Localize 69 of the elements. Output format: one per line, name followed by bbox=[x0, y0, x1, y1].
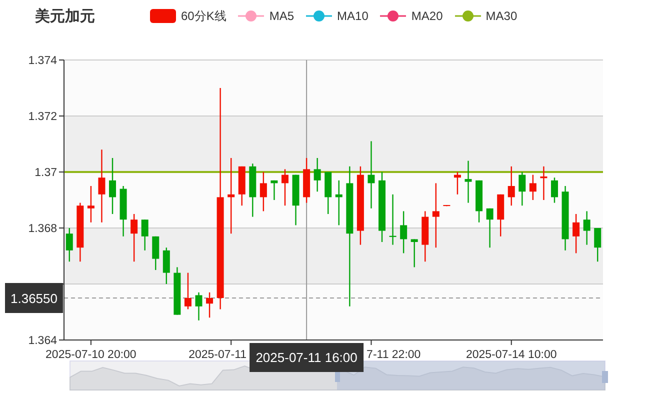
candlestick bbox=[292, 174, 300, 226]
candle-legend-icon bbox=[150, 9, 176, 23]
y-axis-label: 1.368 bbox=[28, 223, 57, 235]
line-legend-icon bbox=[238, 9, 264, 23]
candlestick bbox=[76, 202, 84, 262]
candlestick bbox=[400, 211, 408, 254]
candlestick bbox=[529, 174, 536, 200]
candlestick bbox=[562, 186, 569, 250]
candlestick bbox=[282, 169, 288, 206]
x-axis-label: 2025-07-10 20:00 bbox=[46, 349, 136, 361]
candlestick bbox=[174, 267, 181, 315]
y-axis-label: 1.372 bbox=[28, 111, 57, 123]
candlestick bbox=[270, 180, 278, 200]
candlestick bbox=[109, 158, 116, 214]
crosshair-y-label: 1.36550 bbox=[5, 283, 63, 313]
y-axis-label: 1.364 bbox=[28, 335, 57, 347]
y-axis-label: 1.37 bbox=[34, 167, 57, 179]
crosshair-x-label: 2025-07-11 16:00 bbox=[250, 343, 364, 372]
candlestick bbox=[551, 178, 558, 203]
candlestick bbox=[540, 166, 548, 200]
candlestick bbox=[443, 205, 450, 206]
chart-title: 美元加元 bbox=[35, 6, 96, 26]
candlestick bbox=[314, 158, 321, 192]
candlestick bbox=[454, 172, 461, 194]
legend-item[interactable]: MA10 bbox=[306, 9, 368, 23]
candlestick bbox=[368, 141, 375, 208]
candlestick bbox=[422, 211, 429, 262]
x-axis-label: 2025-07-11 bbox=[188, 349, 247, 361]
candlestick bbox=[378, 172, 386, 242]
ref-line-label: 1.36550 bbox=[10, 291, 58, 306]
candlestick bbox=[464, 160, 472, 203]
candlestick bbox=[303, 158, 310, 203]
candlestick bbox=[249, 164, 256, 217]
candlestick bbox=[572, 214, 580, 254]
candlestick bbox=[184, 272, 192, 310]
x-axis-label: 7-11 22:00 bbox=[366, 349, 421, 361]
candlestick bbox=[476, 180, 483, 222]
candlestick bbox=[594, 228, 602, 262]
candlestick bbox=[260, 172, 267, 212]
candlestick bbox=[410, 239, 418, 268]
candlestick bbox=[206, 292, 214, 318]
candlestick bbox=[66, 228, 73, 262]
candlestick bbox=[162, 248, 170, 284]
candlestick bbox=[141, 220, 148, 250]
candlestick bbox=[152, 236, 160, 270]
candlestick bbox=[389, 194, 396, 245]
candlestick bbox=[486, 208, 494, 248]
line-legend-icon bbox=[306, 9, 332, 23]
candlestick bbox=[324, 172, 332, 214]
candlestick bbox=[87, 186, 94, 222]
candlestick bbox=[130, 214, 138, 262]
candlestick bbox=[497, 194, 504, 236]
candlestick bbox=[238, 166, 246, 206]
candlestick bbox=[195, 292, 202, 320]
candlestick bbox=[518, 172, 526, 206]
data-zoom-slider[interactable] bbox=[70, 360, 608, 390]
candlestick bbox=[432, 183, 440, 248]
candlestick bbox=[508, 166, 515, 206]
candlestick bbox=[583, 211, 590, 245]
candlestick bbox=[120, 186, 127, 236]
legend-item[interactable]: MA5 bbox=[238, 9, 294, 23]
legend-item[interactable]: MA20 bbox=[380, 9, 443, 23]
legend-item[interactable]: MA30 bbox=[454, 9, 518, 23]
line-legend-icon bbox=[380, 9, 406, 23]
x-axis-label: 2025-07-14 10:00 bbox=[466, 349, 557, 361]
line-legend-icon bbox=[454, 9, 481, 23]
y-axis-label: 1.374 bbox=[28, 55, 57, 67]
legend-item[interactable]: 60分K线 bbox=[150, 8, 226, 24]
candlestick bbox=[335, 180, 342, 226]
